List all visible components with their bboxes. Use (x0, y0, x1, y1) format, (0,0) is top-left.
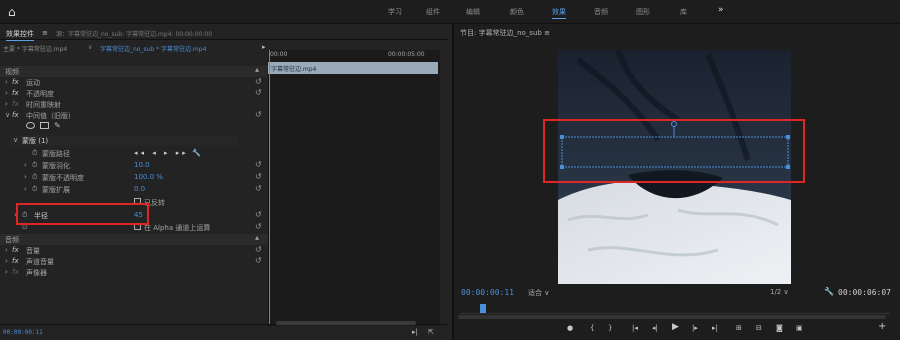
go-to-in-icon[interactable]: |◂ (632, 324, 638, 332)
mask-tools-row: ✎ (0, 121, 268, 133)
effect-row-motion[interactable]: › fx 运动 ↺ (0, 77, 268, 88)
pen-tool-icon[interactable]: ✎ (54, 121, 61, 130)
zoom-scrollbar[interactable] (458, 315, 886, 319)
step-forward-icon[interactable]: |▸ (692, 324, 698, 332)
timeline-scrollbar[interactable] (276, 321, 416, 325)
add-button-icon[interactable]: + (878, 321, 886, 332)
ruler-start: 00:00 (270, 51, 288, 58)
highlight-box-mask (543, 119, 805, 183)
mask-track-controls[interactable]: ◂◂ ◂ ▸ ▸▸ (134, 149, 189, 157)
reset-icon: ↺ (255, 160, 262, 169)
workspace-tab[interactable]: 组件 (426, 7, 440, 17)
home-icon[interactable]: ⌂ (8, 5, 22, 19)
clip-bar-label: 字幕常驻边.mp4 (271, 66, 317, 73)
effect-row-panner[interactable]: › fx 声像器 (0, 267, 268, 278)
play-icon[interactable]: ▶ (672, 322, 679, 332)
clip-selector-row: 主要 * 字幕常驻边.mp4 ∨ 字幕常驻边_no_sub * 字幕常驻边.mp… (0, 42, 268, 54)
stopwatch-icon: ⏱ (32, 173, 38, 181)
reset-icon: ↺ (255, 77, 262, 86)
effect-row-median[interactable]: ∨ fx 中间值（旧版） ↺ (0, 110, 268, 121)
monitor-timeline-ruler[interactable] (460, 304, 890, 314)
fit-dropdown[interactable]: 适合 ∨ (528, 288, 549, 298)
reset-icon: ↺ (255, 210, 262, 219)
panel-tabs: 效果控件 ≡ 源：字幕常驻边_no_sub: 字幕常驻边.mp4: 00:00:… (0, 26, 448, 41)
reset-icon: ↺ (255, 222, 262, 231)
effect-row-channel-volume[interactable]: › fx 声道音量 ↺ (0, 256, 268, 267)
fx-icon: fx (12, 78, 19, 86)
go-to-out-icon[interactable]: ▸| (712, 324, 718, 332)
rectangle-mask-icon[interactable] (40, 122, 49, 129)
play-audio-icon[interactable]: ▸| (412, 328, 418, 336)
sequence-clip-label[interactable]: 字幕常驻边_no_sub * 字幕常驻边.mp4 (100, 44, 206, 53)
section-header-audio: 音频 ▴ (0, 233, 268, 245)
section-header-video: 视频 ▴ (0, 65, 268, 77)
dropdown-arrow-icon[interactable]: ∨ (88, 44, 92, 51)
workspace-tab[interactable]: 音频 (594, 7, 608, 17)
tab-effect-controls[interactable]: 效果控件 (6, 29, 34, 41)
mark-out-icon[interactable]: } (608, 324, 612, 332)
stopwatch-icon: ⏱ (32, 161, 38, 169)
program-monitor-tab[interactable]: 节目: 字幕常驻边_no_sub ≡ (460, 28, 550, 38)
reset-icon: ↺ (255, 256, 262, 265)
mask-feather-value[interactable]: 10.0 (134, 161, 150, 169)
workspace-tab-active[interactable]: 效果 (552, 7, 566, 19)
stopwatch-icon: ⏱ (32, 185, 38, 193)
effect-row-opacity[interactable]: › fx 不透明度 ↺ (0, 88, 268, 99)
stopwatch-icon: ⏱ (32, 149, 38, 157)
camera-icon[interactable]: ◙ (776, 324, 783, 332)
export-frame-icon[interactable]: ⇱ (428, 328, 434, 336)
workspace-tab[interactable]: 图形 (636, 7, 650, 17)
fx-icon: fx (12, 111, 19, 119)
duration-timecode: 00:00:06:07 (838, 288, 891, 297)
mask-opacity-value[interactable]: 100.0 % (134, 173, 163, 181)
monitor-playhead[interactable] (480, 304, 486, 313)
add-marker-icon[interactable]: ● (567, 324, 573, 332)
ellipse-mask-icon[interactable] (26, 122, 35, 129)
mask-expansion-row[interactable]: › ⏱ 蒙版扩展 0.0 ↺ (0, 184, 268, 195)
panel-menu-icon: ≡ (544, 29, 550, 37)
panel-menu-icon[interactable]: ≡ (42, 29, 48, 37)
effect-row-time-remap[interactable]: › fx 时间重映射 (0, 99, 268, 110)
effect-row-volume[interactable]: › fx 音量 ↺ (0, 245, 268, 256)
overwrite-icon[interactable]: ⊟ (756, 324, 762, 332)
mask-expansion-value[interactable]: 0.0 (134, 185, 145, 193)
workspace-tab[interactable]: 编辑 (466, 7, 480, 17)
ruler-end: 00:00:05:00 (388, 51, 425, 58)
reset-icon: ↺ (255, 245, 262, 254)
workspace-tab[interactable]: 颜色 (510, 7, 524, 17)
fx-icon: fx (12, 89, 19, 97)
resolution-dropdown[interactable]: 1/2 ∨ (770, 288, 789, 296)
wrench-icon[interactable]: 🔧 (192, 149, 201, 157)
mask-feather-row[interactable]: › ⏱ 蒙版羽化 10.0 ↺ (0, 160, 268, 171)
tab-source[interactable]: 源：字幕常驻边_no_sub: 字幕常驻边.mp4: 00:00:00:00 (56, 29, 212, 38)
current-timecode[interactable]: 00:00:00:11 (461, 288, 514, 297)
compare-view-icon[interactable]: ▣ (796, 324, 803, 332)
insert-icon[interactable]: ⊞ (736, 324, 742, 332)
reset-icon: ↺ (255, 184, 262, 193)
more-workspaces-icon[interactable]: » (718, 5, 724, 15)
reset-icon: ↺ (255, 172, 262, 181)
mask-opacity-row[interactable]: › ⏱ 蒙版不透明度 100.0 % ↺ (0, 172, 268, 183)
step-back-icon[interactable]: ◂| (652, 324, 658, 332)
clip-bar[interactable]: 字幕常驻边.mp4 (268, 62, 438, 74)
workspace-bar: ⌂ 学习 组件 编辑 颜色 效果 音频 图形 库 » (0, 0, 900, 24)
highlight-box-radius (16, 203, 149, 225)
workspace-tab[interactable]: 学习 (388, 7, 402, 17)
reset-icon: ↺ (255, 110, 262, 119)
timeline-ruler[interactable]: 00:00 00:00:05:00 (268, 50, 440, 60)
mask-header[interactable]: ∨ 蒙版 (1) (10, 135, 238, 146)
effect-timeline[interactable] (268, 54, 440, 326)
mask-path-row[interactable]: ⏱ 蒙版路径 ◂◂ ◂ ▸ ▸▸ 🔧 (0, 148, 268, 159)
play-clip-icon[interactable]: ▸ (262, 43, 266, 51)
reset-icon: ↺ (255, 88, 262, 97)
fx-icon-disabled: fx (12, 100, 19, 108)
footer-timecode[interactable]: 00:00:00:11 (3, 329, 43, 336)
effect-controls-footer: 00:00:00:11 ▸| ⇱ (0, 321, 448, 340)
playhead[interactable] (269, 50, 270, 325)
workspace-tab[interactable]: 库 (680, 7, 687, 17)
master-clip-label[interactable]: 主要 * 字幕常驻边.mp4 (3, 44, 67, 53)
mark-in-icon[interactable]: { (590, 324, 594, 332)
settings-wrench-icon[interactable]: 🔧 (824, 287, 834, 296)
